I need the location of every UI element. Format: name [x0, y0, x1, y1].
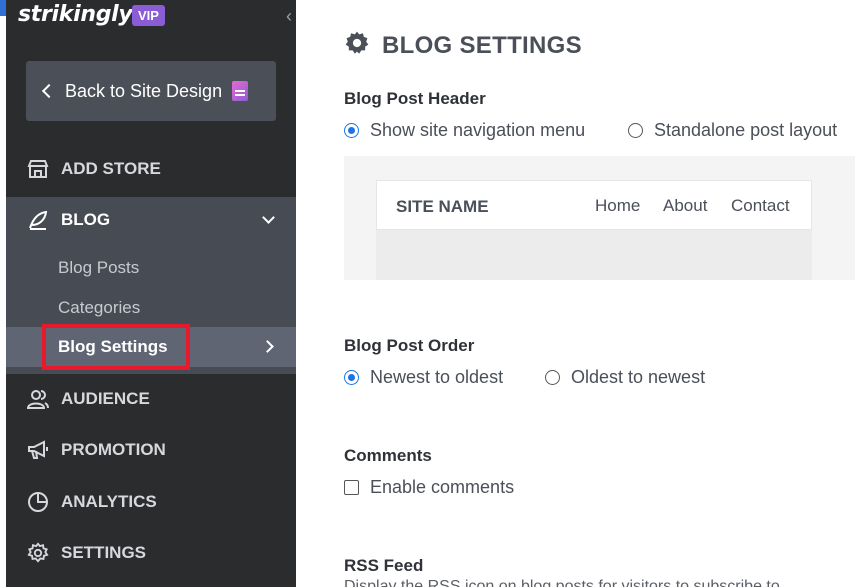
radio-standalone-post-layout[interactable]: Standalone post layout	[628, 120, 837, 141]
nav-item-add-store[interactable]: ADD STORE	[6, 146, 296, 192]
section-title-comments: Comments	[344, 446, 432, 465]
nav-label: PROMOTION	[61, 440, 166, 459]
nav-item-settings[interactable]: SETTINGS	[6, 530, 296, 576]
vip-badge: VIP	[132, 5, 165, 26]
collapse-sidebar-icon[interactable]: ‹	[286, 6, 292, 27]
nav-item-audience[interactable]: AUDIENCE	[6, 376, 296, 422]
radio-label: Standalone post layout	[654, 120, 838, 140]
megaphone-icon	[26, 438, 50, 462]
radio-button-checked[interactable]	[344, 370, 359, 385]
nav-label: ANALYTICS	[61, 492, 157, 511]
submenu-item-categories[interactable]: Categories	[58, 298, 140, 318]
radio-newest-to-oldest[interactable]: Newest to oldest	[344, 367, 503, 388]
quill-icon	[26, 208, 50, 232]
nav-item-promotion[interactable]: PROMOTION	[6, 427, 296, 473]
submenu-item-blog-posts[interactable]: Blog Posts	[58, 258, 139, 278]
checkbox-label: Enable comments	[370, 477, 515, 497]
section-title-rss-feed: RSS Feed	[344, 556, 424, 575]
radio-label: Oldest to newest	[571, 367, 706, 387]
pie-chart-icon	[26, 490, 50, 514]
preview-card: SITE NAME Home About Contact	[376, 180, 812, 280]
section-title-post-order: Blog Post Order	[344, 336, 475, 355]
preview-nav-contact: Contact	[731, 196, 790, 215]
nav-label: BLOG	[61, 210, 111, 229]
preview-nav-about: About	[663, 196, 708, 215]
sidebar: strikingly VIP ‹ Back to Site Design ADD…	[6, 0, 296, 587]
red-highlight-box	[42, 324, 190, 370]
gear-icon	[26, 541, 50, 565]
nav-label: SETTINGS	[61, 543, 147, 562]
radio-button-checked[interactable]	[344, 123, 359, 138]
preview-nav-home: Home	[595, 196, 641, 215]
document-icon	[232, 81, 249, 101]
preview-navbar: SITE NAME Home About Contact	[376, 180, 812, 230]
gear-icon	[344, 30, 370, 61]
radio-button[interactable]	[545, 370, 560, 385]
back-button-label: Back to Site Design	[65, 80, 223, 101]
store-icon	[26, 157, 50, 181]
checkbox-enable-comments[interactable]: Enable comments	[344, 477, 514, 498]
strikingly-logo[interactable]: strikingly	[18, 2, 133, 27]
logo-row: strikingly VIP ‹	[6, 0, 296, 36]
radio-label: Show site navigation menu	[370, 120, 586, 140]
chevron-left-icon	[41, 83, 57, 99]
rss-description: Display the RSS icon on blog posts for v…	[344, 578, 780, 587]
preview-site-name: SITE NAME	[396, 197, 489, 216]
section-title-post-header: Blog Post Header	[344, 89, 486, 108]
nav-item-analytics[interactable]: ANALYTICS	[6, 479, 296, 525]
nav-label: AUDIENCE	[61, 389, 150, 408]
chevron-down-icon	[262, 211, 275, 224]
nav-label: ADD STORE	[61, 159, 161, 178]
main-panel: BLOG SETTINGS Blog Post Header Show site…	[306, 0, 855, 587]
checkbox[interactable]	[344, 480, 359, 495]
radio-oldest-to-newest[interactable]: Oldest to newest	[545, 367, 705, 388]
nav-item-blog[interactable]: BLOG	[6, 197, 296, 243]
page-title: BLOG SETTINGS	[344, 30, 582, 61]
back-to-site-design-button[interactable]: Back to Site Design	[26, 61, 276, 121]
page-title-text: BLOG SETTINGS	[382, 31, 582, 59]
users-icon	[26, 387, 50, 411]
radio-show-site-navigation[interactable]: Show site navigation menu	[344, 120, 585, 141]
radio-label: Newest to oldest	[370, 367, 504, 387]
header-preview: SITE NAME Home About Contact	[344, 156, 855, 280]
radio-button[interactable]	[628, 123, 643, 138]
